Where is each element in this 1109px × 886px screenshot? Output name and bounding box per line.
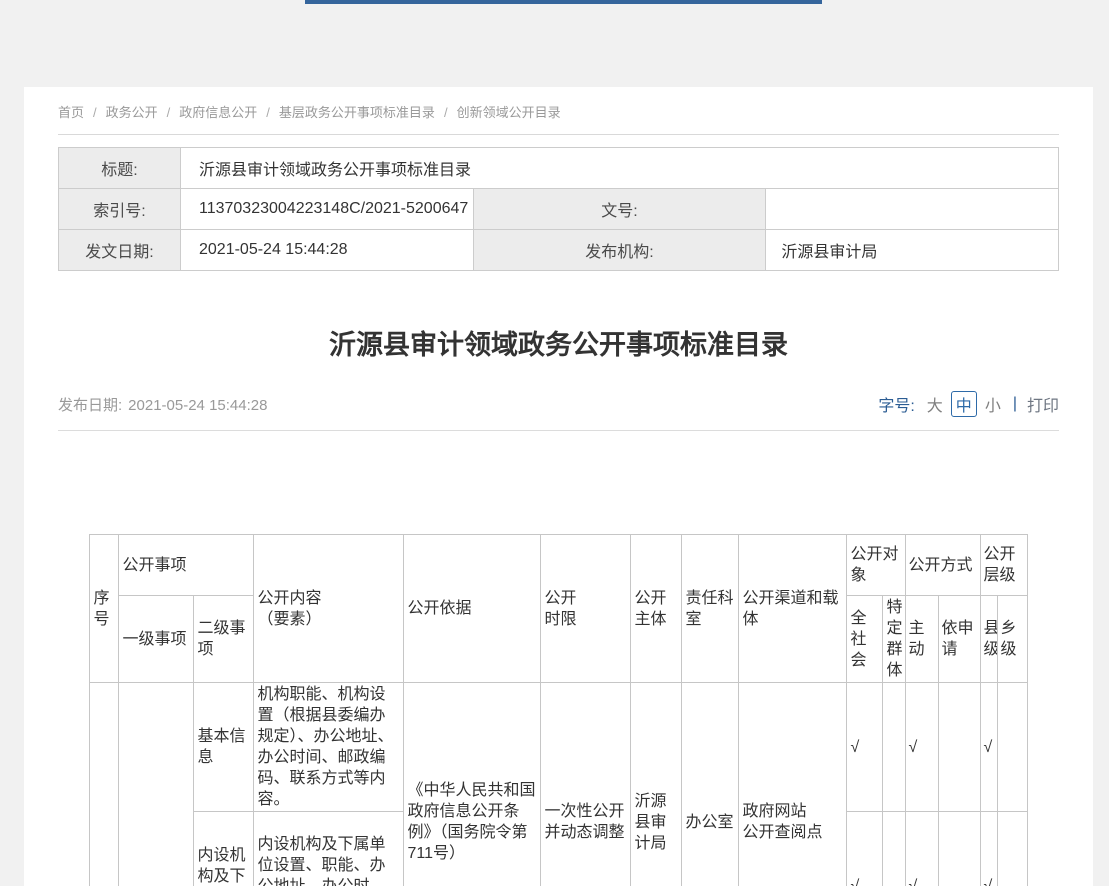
meta-docno-value (766, 189, 1059, 230)
meta-agency-label: 发布机构: (473, 230, 766, 271)
font-size-label: 字号: (878, 392, 914, 416)
top-nav-accent-bar (305, 0, 822, 4)
breadcrumb: 首页 / 政务公开 / 政府信息公开 / 基层政务公开事项标准目录 / 创新领域公开目录 (58, 87, 1059, 121)
col-header-seq: 序 号 (90, 535, 119, 683)
page-title: 沂源县审计领域政务公开事项标准目录 (58, 327, 1059, 363)
meta-title-label: 标题: (59, 148, 181, 189)
breadcrumb-separator: / (266, 105, 270, 120)
cell-basis: 《中华人民共和国政府信息公开条例》（国务院令第711号） (404, 683, 541, 886)
cell-check-county: √ (980, 812, 997, 886)
meta-row-date: 发文日期: 2021-05-24 15:44:28 发布机构: 沂源县审计局 (59, 230, 1059, 271)
catalog-header-row-1: 序 号 公开事项 公开内容 （要素） 公开依据 公开 时限 公开 主体 责任科 … (90, 535, 1027, 596)
breadcrumb-divider (58, 134, 1059, 135)
col-header-method-request: 依申 请 (938, 596, 980, 683)
meta-date-value: 2021-05-24 15:44:28 (181, 230, 474, 271)
cell-check-township (997, 683, 1027, 812)
col-header-level: 公开 层级 (980, 535, 1027, 596)
cell-level2: 基本信息 (194, 683, 254, 812)
breadcrumb-current[interactable]: 创新领域公开目录 (457, 105, 561, 120)
col-header-channel: 公开渠道和载 体 (739, 535, 847, 683)
cell-check-specific (883, 683, 905, 812)
cell-channel: 政府网站 公开查阅点 (739, 683, 847, 886)
vertical-divider: | (1013, 395, 1017, 413)
cell-time-limit: 一次性公开并动态调整 (541, 683, 631, 886)
meta-row-title: 标题: 沂源县审计领域政务公开事项标准目录 (59, 148, 1059, 189)
font-size-medium-button[interactable]: 中 (951, 391, 977, 417)
table-row: 基本信息 机构职能、机构设置（根据县委编办规定）、办公地址、办公时间、邮政编码、… (90, 683, 1027, 812)
article-meta-row: 发布日期: 2021-05-24 15:44:28 字号: 大 中 小 | 打印 (58, 391, 1059, 417)
col-header-item-group: 公开事项 (119, 535, 254, 596)
cell-check-county: √ (980, 683, 997, 812)
cell-level1 (119, 683, 194, 886)
col-header-method: 公开方式 (905, 535, 980, 596)
col-header-subject: 公开 主体 (631, 535, 682, 683)
cell-check-specific (883, 812, 905, 886)
col-header-level1: 一级事项 (119, 596, 194, 683)
cell-check-request (938, 812, 980, 886)
col-header-audience-all: 全社 会 (847, 596, 883, 683)
col-header-level2: 二级事 项 (194, 596, 254, 683)
meta-agency-value: 沂源县审计局 (766, 230, 1059, 271)
font-size-small-button[interactable]: 小 (985, 392, 1001, 416)
meta-docno-label: 文号: (473, 189, 766, 230)
col-header-audience-specific: 特定群体 (883, 596, 905, 683)
col-header-basis: 公开依据 (404, 535, 541, 683)
breadcrumb-zhengwu[interactable]: 政务公开 (106, 105, 158, 120)
cell-subject: 沂源县审计局 (631, 683, 682, 886)
col-header-method-active: 主 动 (905, 596, 938, 683)
cell-content: 内设机构及下属单位设置、职能、办公地址、办公时间、联系方式、负责人姓名等。 (254, 812, 404, 886)
document-meta-table: 标题: 沂源县审计领域政务公开事项标准目录 索引号: 1137032300422… (58, 147, 1059, 271)
cell-check-active: √ (905, 683, 938, 812)
cell-check-township (997, 812, 1027, 886)
cell-check-all: √ (847, 683, 883, 812)
meta-date-label: 发文日期: (59, 230, 181, 271)
col-header-department: 责任科 室 (682, 535, 739, 683)
breadcrumb-home[interactable]: 首页 (58, 105, 84, 120)
disclosure-catalog-table: 序 号 公开事项 公开内容 （要素） 公开依据 公开 时限 公开 主体 责任科 … (89, 534, 1027, 886)
article-divider (58, 430, 1059, 431)
meta-index-label: 索引号: (59, 189, 181, 230)
breadcrumb-separator: / (167, 105, 171, 120)
col-header-time-limit: 公开 时限 (541, 535, 631, 683)
col-header-level-township: 乡 级 (997, 596, 1027, 683)
breadcrumb-gov-info[interactable]: 政府信息公开 (179, 105, 257, 120)
publish-date-label: 发布日期: (58, 397, 122, 414)
cell-level2: 内设机构及下属事业单位 (194, 812, 254, 886)
publish-date: 发布日期: 2021-05-24 15:44:28 (58, 394, 267, 415)
meta-title-value: 沂源县审计领域政务公开事项标准目录 (181, 148, 1059, 189)
breadcrumb-separator: / (444, 105, 448, 120)
meta-index-value: 11370323004223148C/2021-5200647 (181, 189, 474, 230)
font-size-large-button[interactable]: 大 (927, 392, 943, 416)
font-size-controls: 字号: 大 中 小 | 打印 (878, 391, 1059, 417)
breadcrumb-catalog[interactable]: 基层政务公开事项标准目录 (279, 105, 435, 120)
cell-content: 机构职能、机构设置（根据县委编办规定）、办公地址、办公时间、邮政编码、联系方式等… (254, 683, 404, 812)
publish-date-value: 2021-05-24 15:44:28 (128, 397, 267, 414)
meta-row-index: 索引号: 11370323004223148C/2021-5200647 文号: (59, 189, 1059, 230)
breadcrumb-separator: / (93, 105, 97, 120)
cell-check-request (938, 683, 980, 812)
cell-seq (90, 683, 119, 886)
col-header-level-county: 县 级 (980, 596, 997, 683)
print-button[interactable]: 打印 (1027, 392, 1059, 416)
col-header-content: 公开内容 （要素） (254, 535, 404, 683)
col-header-audience: 公开对 象 (847, 535, 905, 596)
cell-check-active: √ (905, 812, 938, 886)
content-card: 首页 / 政务公开 / 政府信息公开 / 基层政务公开事项标准目录 / 创新领域公开目录 标题:… (24, 87, 1093, 886)
cell-department: 办公室 (682, 683, 739, 886)
cell-check-all: √ (847, 812, 883, 886)
